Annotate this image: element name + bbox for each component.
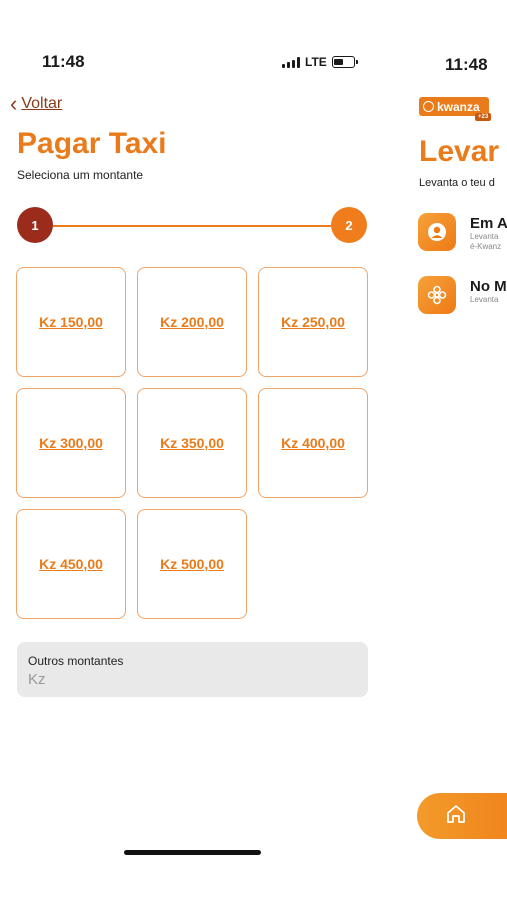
step-2: 2 bbox=[331, 207, 367, 243]
logo-badge: +23 bbox=[475, 113, 492, 121]
logo-mark-icon bbox=[423, 101, 434, 112]
network-label: LTE bbox=[305, 55, 327, 69]
amount-label: Kz 250,00 bbox=[281, 314, 345, 330]
battery-icon bbox=[331, 56, 358, 68]
other-amount-label: Outros montantes bbox=[28, 654, 124, 668]
bottom-nav-bar bbox=[417, 793, 507, 839]
status-time: 11:48 bbox=[42, 52, 85, 71]
back-label: Voltar bbox=[21, 95, 63, 112]
other-amount-input[interactable] bbox=[28, 671, 357, 688]
amount-label: Kz 400,00 bbox=[281, 435, 345, 451]
option-title: No M bbox=[470, 278, 507, 295]
chevron-left-icon: ‹ bbox=[10, 91, 18, 116]
amount-option[interactable]: Kz 200,00 bbox=[137, 267, 247, 377]
flower-icon bbox=[418, 276, 456, 314]
amount-option[interactable]: Kz 250,00 bbox=[258, 267, 368, 377]
amount-label: Kz 500,00 bbox=[160, 556, 224, 572]
person-icon bbox=[418, 213, 456, 251]
amount-option[interactable]: Kz 150,00 bbox=[16, 267, 126, 377]
amount-label: Kz 350,00 bbox=[160, 435, 224, 451]
option-agent[interactable]: Em A Levanta é-Kwanz bbox=[418, 213, 507, 252]
other-amount-field[interactable]: Outros montantes bbox=[17, 642, 368, 697]
option-atm[interactable]: No M Levanta bbox=[418, 276, 507, 314]
page-subtitle: Levanta o teu d bbox=[419, 177, 495, 189]
amount-grid: Kz 150,00 Kz 200,00 Kz 250,00 Kz 300,00 … bbox=[16, 267, 368, 619]
amount-label: Kz 150,00 bbox=[39, 314, 103, 330]
ekwanza-logo: kwanza +23 bbox=[419, 97, 492, 121]
home-indicator bbox=[124, 850, 261, 855]
withdraw-screen-preview: 11:48 kwanza +23 Levar Levanta o teu d E… bbox=[405, 0, 507, 900]
option-desc: Levanta bbox=[470, 232, 499, 241]
option-desc: Levanta bbox=[470, 295, 499, 304]
amount-option[interactable]: Kz 500,00 bbox=[137, 509, 247, 619]
amount-option[interactable]: Kz 400,00 bbox=[258, 388, 368, 498]
stepper-line bbox=[53, 225, 331, 227]
page-title: Pagar Taxi bbox=[17, 127, 167, 160]
amount-label: Kz 300,00 bbox=[39, 435, 103, 451]
stepper: 1 2 bbox=[17, 207, 367, 243]
amount-option[interactable]: Kz 450,00 bbox=[16, 509, 126, 619]
pay-taxi-screen: 11:48 LTE ‹ Voltar Pagar Taxi Seleciona … bbox=[0, 0, 385, 900]
amount-option[interactable]: Kz 300,00 bbox=[16, 388, 126, 498]
status-icons: LTE bbox=[282, 55, 358, 69]
option-desc: é-Kwanz bbox=[470, 242, 502, 251]
page-subtitle: Seleciona um montante bbox=[17, 168, 144, 182]
amount-label: Kz 450,00 bbox=[39, 556, 103, 572]
logo-text: kwanza bbox=[437, 99, 480, 114]
signal-icon bbox=[282, 56, 300, 68]
home-icon[interactable] bbox=[445, 803, 467, 830]
amount-option[interactable]: Kz 350,00 bbox=[137, 388, 247, 498]
option-title: Em A bbox=[470, 215, 507, 232]
status-time: 11:48 bbox=[445, 55, 488, 74]
page-title: Levar bbox=[419, 135, 500, 168]
step-1: 1 bbox=[17, 207, 53, 243]
back-button[interactable]: ‹ Voltar bbox=[10, 91, 63, 116]
amount-label: Kz 200,00 bbox=[160, 314, 224, 330]
